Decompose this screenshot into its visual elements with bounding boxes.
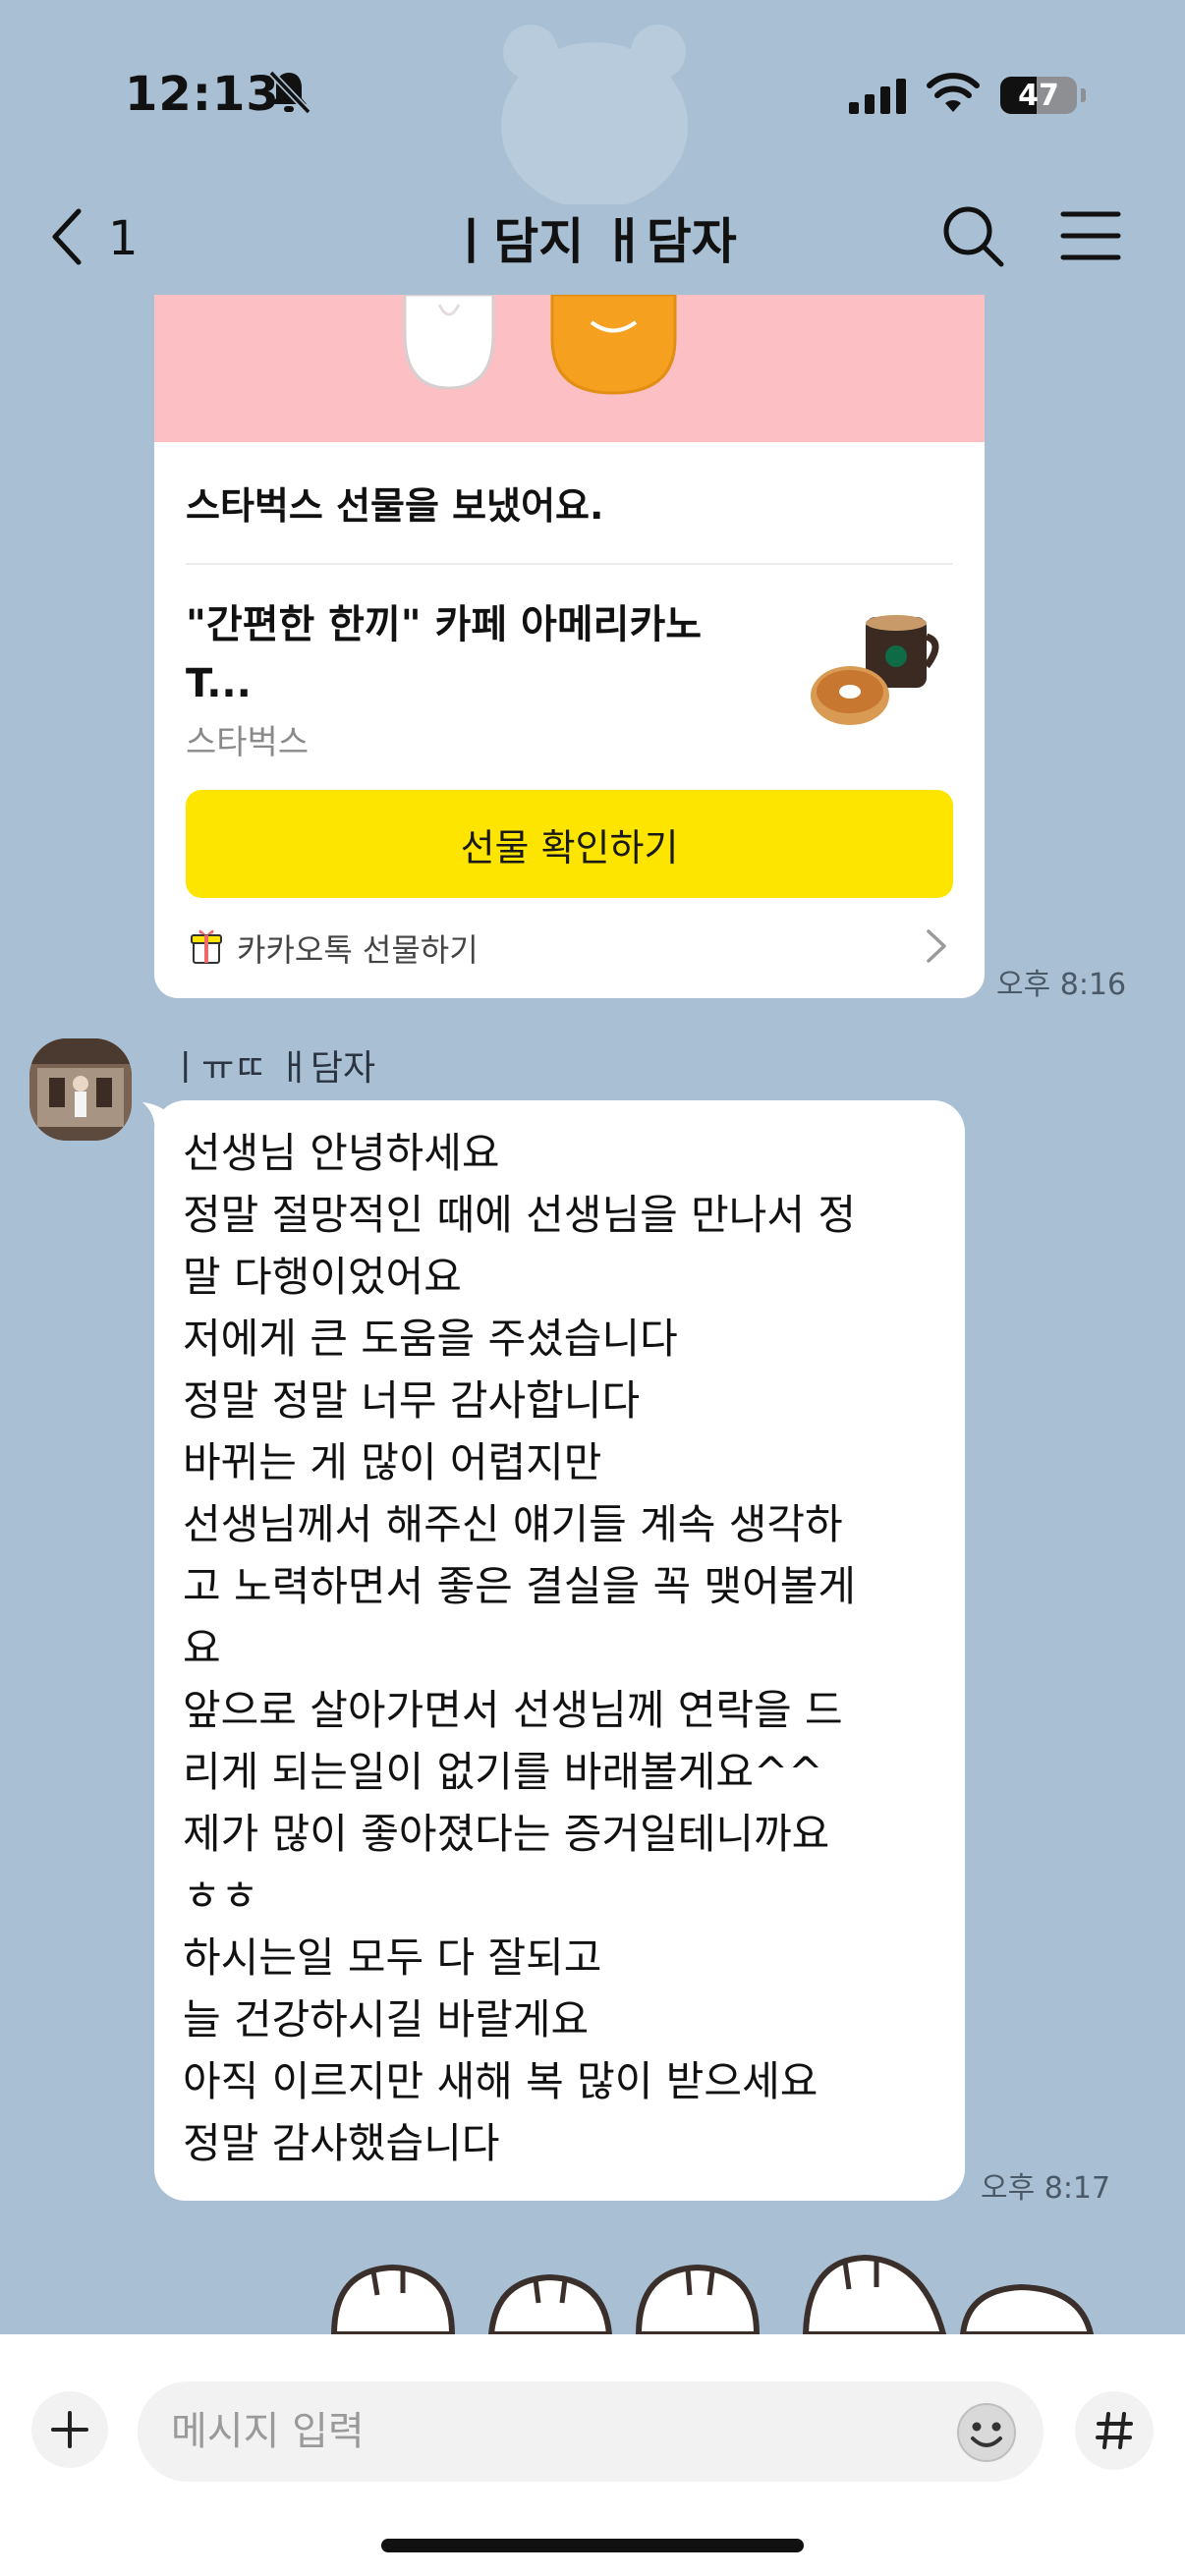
gift-characters-icon [403,295,677,395]
battery-icon: 47 [1000,77,1077,114]
gift-card[interactable]: 스타벅스 선물을 보냈어요. "간편한 한끼" 카페 아메리카노 T... 스타… [154,295,985,998]
status-time: 12:13 [125,67,280,122]
emoji-button[interactable] [953,2401,1020,2464]
battery-cap [1081,88,1086,102]
paws-decoration-icon [330,2254,1095,2334]
signal-icon [849,79,906,114]
input-bar [0,2334,1185,2576]
gift-footer-label: 카카오톡 선물하기 [237,931,479,969]
divider [186,563,953,565]
wifi-icon [927,73,980,112]
battery-level: 47 [1018,79,1059,113]
chat-header: 1 ㅣ담지 ㅐ담자 [0,187,1185,295]
gift-footer-link[interactable]: 카카오톡 선물하기 [186,914,953,982]
check-gift-button[interactable]: 선물 확인하기 [186,790,953,898]
hash-button[interactable] [1075,2391,1154,2470]
status-bar: 12:13 47 [0,0,1185,204]
coffee-bagel-image [811,615,939,725]
message-text: 선생님 안녕하세요 정말 절망적인 때에 선생님을 만나서 정 말 다행이었어요… [183,1129,856,2167]
gift-banner [154,295,985,442]
product-brand: 스타벅스 [186,723,310,762]
back-chevron-icon [52,208,82,265]
message-input[interactable] [138,2381,1044,2482]
gift-message: 스타벅스 선물을 보냈어요. [186,484,604,528]
message-timestamp: 오후 8:16 [996,968,1127,1002]
plus-icon [51,2411,88,2448]
unread-count: 1 [108,211,139,266]
home-indicator [381,2539,804,2552]
search-icon[interactable] [939,202,1006,269]
plus-button[interactable] [31,2391,108,2468]
sender-name: ㅣㅠㄸ ㅐ담자 [169,1048,376,1089]
gift-box-icon [191,929,222,964]
avatar[interactable] [29,1038,132,1141]
menu-icon[interactable] [1059,206,1122,265]
avatar-photo [29,1038,132,1141]
bell-off-icon [268,70,310,115]
emoji-icon [957,2403,1016,2462]
chevron-right-icon [927,929,946,963]
product-name: "간편한 한끼" 카페 아메리카노 T... [186,602,703,706]
hash-icon [1096,2412,1133,2449]
background-character-icon [501,25,688,204]
message-timestamp: 오후 8:17 [981,2171,1111,2206]
chat-title: ㅣ담지 ㅐ담자 [448,213,737,270]
back-button[interactable]: 1 [47,199,145,270]
